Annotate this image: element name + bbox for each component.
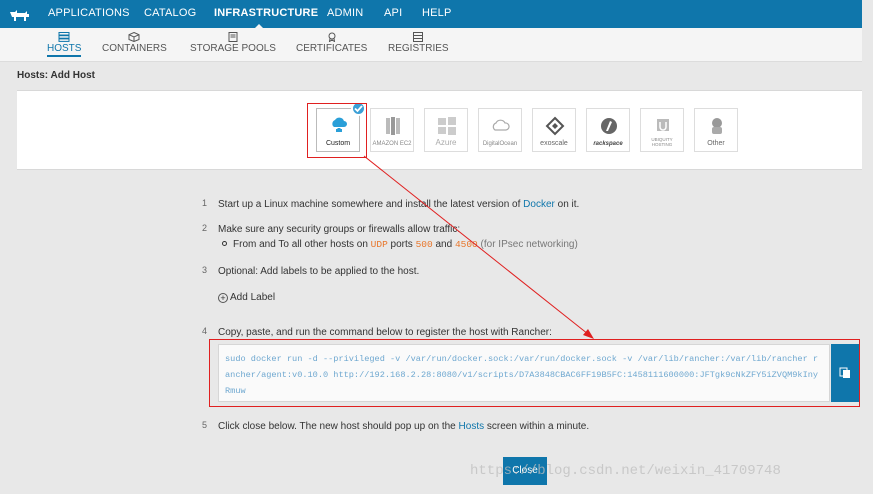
annotation-arrow [363, 155, 594, 339]
